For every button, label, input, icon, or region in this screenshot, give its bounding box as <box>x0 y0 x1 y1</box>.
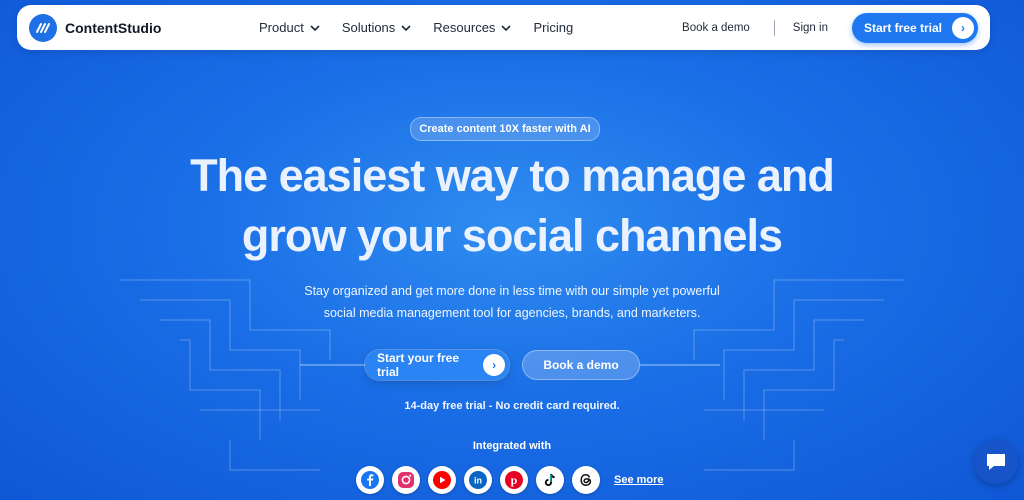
cta-label: Start free trial <box>863 20 942 35</box>
facebook-icon[interactable] <box>356 466 384 494</box>
trial-note: 14-day free trial - No credit card requi… <box>404 400 620 412</box>
chevron-down-icon <box>501 24 512 31</box>
linkedin-icon[interactable]: in <box>464 466 492 494</box>
see-more-link[interactable]: See more <box>614 474 664 486</box>
chevron-right-icon: › <box>952 16 974 39</box>
integrations-heading: Integrated with <box>472 440 552 452</box>
menu-item-product[interactable]: Product <box>259 20 320 35</box>
menu-item-label: Resources <box>433 20 496 35</box>
hero-subtitle-line2: social media management tool for agencie… <box>323 306 701 320</box>
ai-badge: Create content 10X faster with AI <box>410 117 600 141</box>
contentstudio-logo-icon <box>29 13 57 42</box>
chevron-down-icon <box>401 24 411 31</box>
book-demo-link[interactable]: Book a demo <box>682 22 750 34</box>
sign-in-link[interactable]: Sign in <box>793 22 828 34</box>
hero-headline-line1: The easiest way to manage and <box>190 150 835 201</box>
svg-text:p: p <box>511 473 518 487</box>
chevron-right-icon: › <box>483 354 505 376</box>
menu-item-resources[interactable]: Resources <box>433 20 512 35</box>
chat-widget-button[interactable] <box>974 440 1018 484</box>
menu-item-solutions[interactable]: Solutions <box>342 20 411 35</box>
menu-item-label: Solutions <box>341 20 396 35</box>
top-navbar: ContentStudio Product Solutions Resource… <box>17 5 990 50</box>
instagram-icon[interactable] <box>392 466 420 494</box>
nav-divider <box>773 19 775 36</box>
brand-name: ContentStudio <box>65 19 162 36</box>
menu-item-label: Product <box>259 20 304 35</box>
book-a-demo-button[interactable]: Book a demo <box>522 350 640 380</box>
tiktok-icon[interactable] <box>536 466 564 494</box>
start-free-trial-button[interactable]: Start free trial › <box>851 12 978 43</box>
main-menu: Product Solutions Resources Pricing <box>259 20 573 35</box>
hero-headline-line2: grow your social channels <box>241 210 783 261</box>
chat-bubble-icon <box>987 454 1005 470</box>
brand-logo[interactable]: ContentStudio <box>29 13 162 42</box>
pinterest-icon[interactable]: p <box>500 466 528 494</box>
threads-icon[interactable] <box>572 466 600 494</box>
menu-item-pricing[interactable]: Pricing <box>533 20 573 35</box>
chevron-down-icon <box>310 24 320 31</box>
hero-subtitle-line1: Stay organized and get more done in less… <box>304 284 720 298</box>
integrations-list: in p See more <box>356 466 664 494</box>
svg-text:in: in <box>474 476 482 486</box>
nav-actions: Book a demo Sign in Start free trial › <box>682 12 978 43</box>
menu-item-label: Pricing <box>533 20 574 35</box>
start-your-free-trial-button[interactable]: Start your free trial › <box>365 350 509 380</box>
youtube-icon[interactable] <box>428 466 456 494</box>
primary-button-label: Start your free trial <box>377 351 460 379</box>
